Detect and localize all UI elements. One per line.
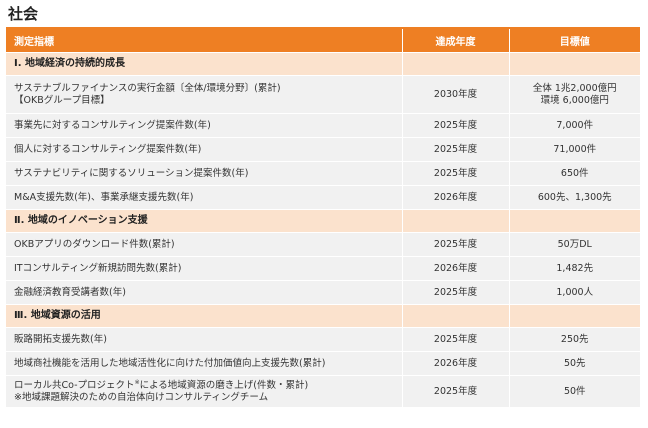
indicator-cell: ローカル共Co-プロジェクト※による地域資源の磨き上げ(件数・累計) ※地域課題… [6,375,402,407]
section-filler [401,209,509,233]
header-year: 達成年度 [401,29,509,53]
table-row: 個人に対するコンサルティング提案件数(年) 2025年度 71,000件 [6,137,640,162]
indicator-cell: 事業先に対するコンサルティング提案件数(年) [6,113,402,138]
target-cell: 1,482先 [508,256,640,281]
table-row: 金融経済教育受講者数(年) 2025年度 1,000人 [6,280,640,305]
header-target: 目標値 [508,29,640,53]
section-filler [401,304,509,328]
section-filler [508,304,640,328]
table-row: サステナビリティに関するソリューション提案件数(年) 2025年度 650件 [6,161,640,186]
section-filler [508,52,640,76]
indicator-text: 【OKBグループ目標】 [14,94,110,106]
indicator-cell: 金融経済教育受講者数(年) [6,280,402,305]
section-label: Ⅲ. 地域資源の活用 [6,304,402,328]
section-filler [401,52,509,76]
indicator-cell: 地域商社機能を活用した地域活性化に向けた付加価値向上支援先数(累計) [6,351,402,376]
indicator-cell: 個人に対するコンサルティング提案件数(年) [6,137,402,162]
target-cell: 7,000件 [508,113,640,138]
page-title: 社会 [8,5,39,23]
section-label: Ⅰ. 地域経済の持続的成長 [6,52,402,76]
table-row: 販路開拓支援先数(年) 2025年度 250先 [6,327,640,352]
target-cell: 600先、1,300先 [508,185,640,210]
section-label: Ⅱ. 地域のイノベーション支援 [6,209,402,233]
target-cell: 50先 [508,351,640,376]
indicator-text-part: ローカル共Co-プロジェクト [14,379,135,391]
indicator-cell: 販路開拓支援先数(年) [6,327,402,352]
indicator-text-part: による地域資源の磨き上げ(件数・累計) [139,379,309,391]
year-cell: 2025年度 [401,375,509,407]
target-cell: 250先 [508,327,640,352]
table-row: 地域商社機能を活用した地域活性化に向けた付加価値向上支援先数(累計) 2026年… [6,351,640,376]
kpi-table: 測定指標 達成年度 目標値 Ⅰ. 地域経済の持続的成長 サステナブルファイナンス… [6,29,640,407]
table-row: 事業先に対するコンサルティング提案件数(年) 2025年度 7,000件 [6,113,640,138]
table-row: ローカル共Co-プロジェクト※による地域資源の磨き上げ(件数・累計) ※地域課題… [6,375,640,407]
year-cell: 2025年度 [401,161,509,186]
year-cell: 2025年度 [401,327,509,352]
target-text: 全体 1兆2,000億円 [532,82,617,94]
year-cell: 2025年度 [401,280,509,305]
year-cell: 2025年度 [401,232,509,257]
indicator-cell: サステナブルファイナンスの実行金額〔全体/環境分野〕(累計) 【OKBグループ目… [6,75,402,114]
target-cell: 650件 [508,161,640,186]
table-row: M&A支援先数(年)、事業承継支援先数(年) 2026年度 600先、1,300… [6,185,640,210]
table-row: ITコンサルティング新規訪問先数(累計) 2026年度 1,482先 [6,256,640,281]
footnote-text: ※地域課題解決のための自治体向けコンサルティングチーム [14,391,269,403]
table-row: サステナブルファイナンスの実行金額〔全体/環境分野〕(累計) 【OKBグループ目… [6,75,640,114]
target-text: 環境 6,000億円 [540,94,609,106]
section-row: Ⅰ. 地域経済の持続的成長 [6,52,640,76]
target-cell: 50件 [508,375,640,407]
year-cell: 2025年度 [401,113,509,138]
year-cell: 2025年度 [401,137,509,162]
target-cell: 全体 1兆2,000億円 環境 6,000億円 [508,75,640,114]
indicator-cell: ITコンサルティング新規訪問先数(累計) [6,256,402,281]
target-cell: 50万DL [508,232,640,257]
indicator-cell: サステナビリティに関するソリューション提案件数(年) [6,161,402,186]
indicator-text: ローカル共Co-プロジェクト※による地域資源の磨き上げ(件数・累計) [14,379,402,392]
page: 社会 測定指標 達成年度 目標値 Ⅰ. 地域経済の持続的成長 サステナブルファイ… [0,0,648,428]
year-cell: 2030年度 [401,75,509,114]
header-indicator: 測定指標 [6,29,402,53]
indicator-cell: OKBアプリのダウンロード件数(累計) [6,232,402,257]
section-filler [508,209,640,233]
indicator-cell: M&A支援先数(年)、事業承継支援先数(年) [6,185,402,210]
year-cell: 2026年度 [401,185,509,210]
section-row: Ⅲ. 地域資源の活用 [6,304,640,328]
table-header-row: 測定指標 達成年度 目標値 [6,29,640,53]
target-cell: 1,000人 [508,280,640,305]
section-row: Ⅱ. 地域のイノベーション支援 [6,209,640,233]
indicator-text: サステナブルファイナンスの実行金額〔全体/環境分野〕(累計) [14,82,281,94]
target-cell: 71,000件 [508,137,640,162]
year-cell: 2026年度 [401,351,509,376]
table-row: OKBアプリのダウンロード件数(累計) 2025年度 50万DL [6,232,640,257]
year-cell: 2026年度 [401,256,509,281]
